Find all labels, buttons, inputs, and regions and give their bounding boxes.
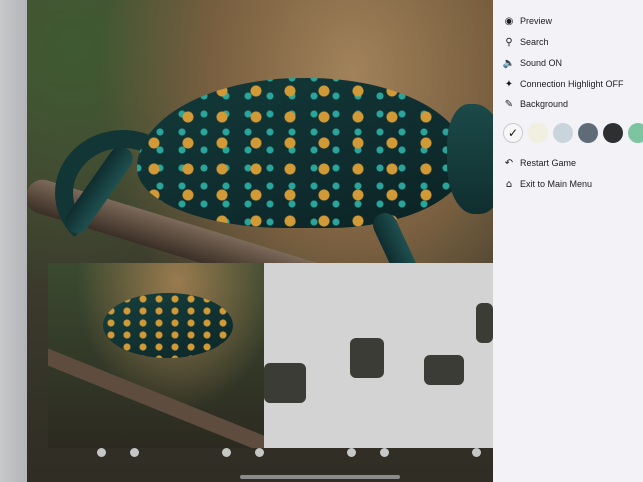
- background-color-picker: ✓: [503, 123, 643, 143]
- sound-toggle[interactable]: 🔈 Sound ON: [503, 54, 562, 72]
- puzzle-piece[interactable]: [350, 338, 384, 378]
- piece-slot-dot: [472, 448, 481, 457]
- sound-label: Sound ON: [520, 58, 563, 68]
- checkmark-icon: ✓: [507, 126, 519, 140]
- home-icon: ⌂: [505, 178, 513, 190]
- chameleon-head: [447, 104, 493, 214]
- restart-label: Restart Game: [520, 158, 577, 168]
- piece-slot-dot: [97, 448, 106, 457]
- search-label: Search: [520, 37, 549, 47]
- puzzle-piece[interactable]: [424, 355, 464, 385]
- background-swatch-cream[interactable]: [528, 123, 548, 143]
- paintbrush-icon: ✎: [504, 98, 514, 110]
- preview-image: [48, 263, 264, 448]
- preview-branch: [48, 345, 264, 448]
- side-menu: ◉ Preview ⚲ Search 🔈 Sound ON ✦ Connecti…: [493, 0, 643, 482]
- background-swatch-slate[interactable]: [578, 123, 598, 143]
- piece-slot-dot: [347, 448, 356, 457]
- piece-slot-dot: [255, 448, 264, 457]
- piece-slot-dot: [380, 448, 389, 457]
- exit-main-menu-button[interactable]: ⌂ Exit to Main Menu: [503, 175, 592, 193]
- background-swatch-green[interactable]: [628, 123, 643, 143]
- background-label: Background: [520, 99, 569, 109]
- home-indicator: [240, 475, 400, 479]
- connection-label: Connection Highlight OFF: [520, 79, 624, 89]
- puzzle-board[interactable]: [27, 0, 493, 482]
- preview-label: Preview: [520, 16, 553, 26]
- background-swatch-light-blue[interactable]: [553, 123, 573, 143]
- chameleon-body: [137, 78, 467, 228]
- background-swatch-white[interactable]: ✓: [503, 123, 523, 143]
- undo-icon: ↶: [504, 157, 514, 169]
- connection-highlight-toggle[interactable]: ✦ Connection Highlight OFF: [503, 75, 624, 93]
- puzzle-piece[interactable]: [476, 303, 493, 343]
- speaker-icon: 🔈: [502, 57, 516, 69]
- search-icon: ⚲: [505, 36, 513, 48]
- restart-game-button[interactable]: ↶ Restart Game: [503, 154, 576, 172]
- puzzle-piece-tray[interactable]: [264, 263, 493, 448]
- eye-icon: ◉: [504, 15, 514, 27]
- preview-chameleon: [103, 293, 233, 358]
- puzzle-piece[interactable]: [264, 363, 306, 403]
- search-button[interactable]: ⚲ Search: [503, 33, 549, 51]
- piece-slot-dot: [130, 448, 139, 457]
- background-swatch-dark[interactable]: [603, 123, 623, 143]
- left-margin: [0, 0, 27, 482]
- preview-button[interactable]: ◉ Preview: [503, 12, 552, 30]
- piece-slot-dot: [222, 448, 231, 457]
- sparkle-icon: ✦: [504, 78, 514, 90]
- background-button[interactable]: ✎ Background: [503, 95, 568, 113]
- exit-label: Exit to Main Menu: [520, 179, 593, 189]
